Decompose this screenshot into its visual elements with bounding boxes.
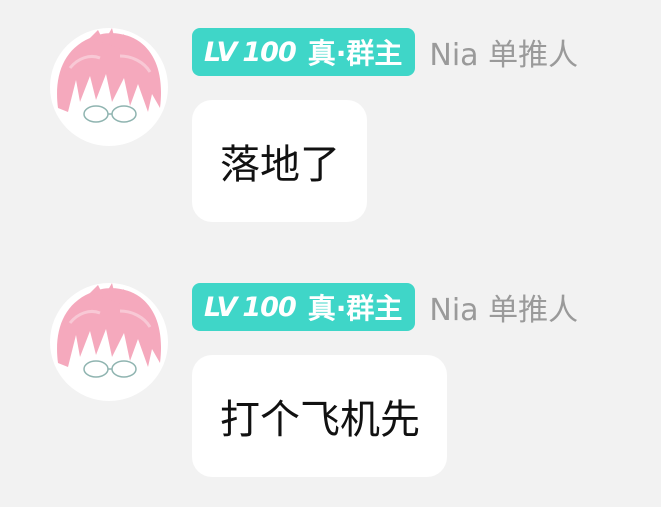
chat-message-list: LV 100 真·群主 Nia 单推人 落地了 LV 100 真·群主 Nia … [0, 0, 661, 507]
avatar[interactable] [50, 28, 168, 146]
message-header: LV 100 真·群主 Nia 单推人 [192, 28, 578, 76]
badge-lv-label: LV [204, 36, 237, 68]
message-text: 打个飞机先 [220, 397, 420, 443]
badge-title: 真·群主 [307, 37, 403, 70]
badge-level-number: 100 [242, 291, 296, 323]
pink-hair-anime-avatar-icon [57, 283, 162, 378]
avatar[interactable] [50, 283, 168, 401]
sender-nickname[interactable]: Nia 单推人 [429, 285, 578, 329]
message-header: LV 100 真·群主 Nia 单推人 [192, 283, 578, 331]
pink-hair-anime-avatar-icon [57, 28, 162, 123]
sender-nickname[interactable]: Nia 单推人 [429, 30, 578, 74]
message-bubble[interactable]: 落地了 [192, 100, 367, 222]
message-bubble[interactable]: 打个飞机先 [192, 355, 447, 477]
chat-message: LV 100 真·群主 Nia 单推人 打个飞机先 [0, 283, 661, 483]
message-text: 落地了 [220, 142, 340, 188]
level-badge[interactable]: LV 100 真·群主 [192, 28, 416, 76]
chat-message: LV 100 真·群主 Nia 单推人 落地了 [0, 28, 661, 228]
badge-level-number: 100 [242, 36, 296, 68]
level-badge[interactable]: LV 100 真·群主 [192, 283, 416, 331]
badge-title: 真·群主 [307, 292, 403, 325]
badge-lv-label: LV [204, 291, 237, 323]
